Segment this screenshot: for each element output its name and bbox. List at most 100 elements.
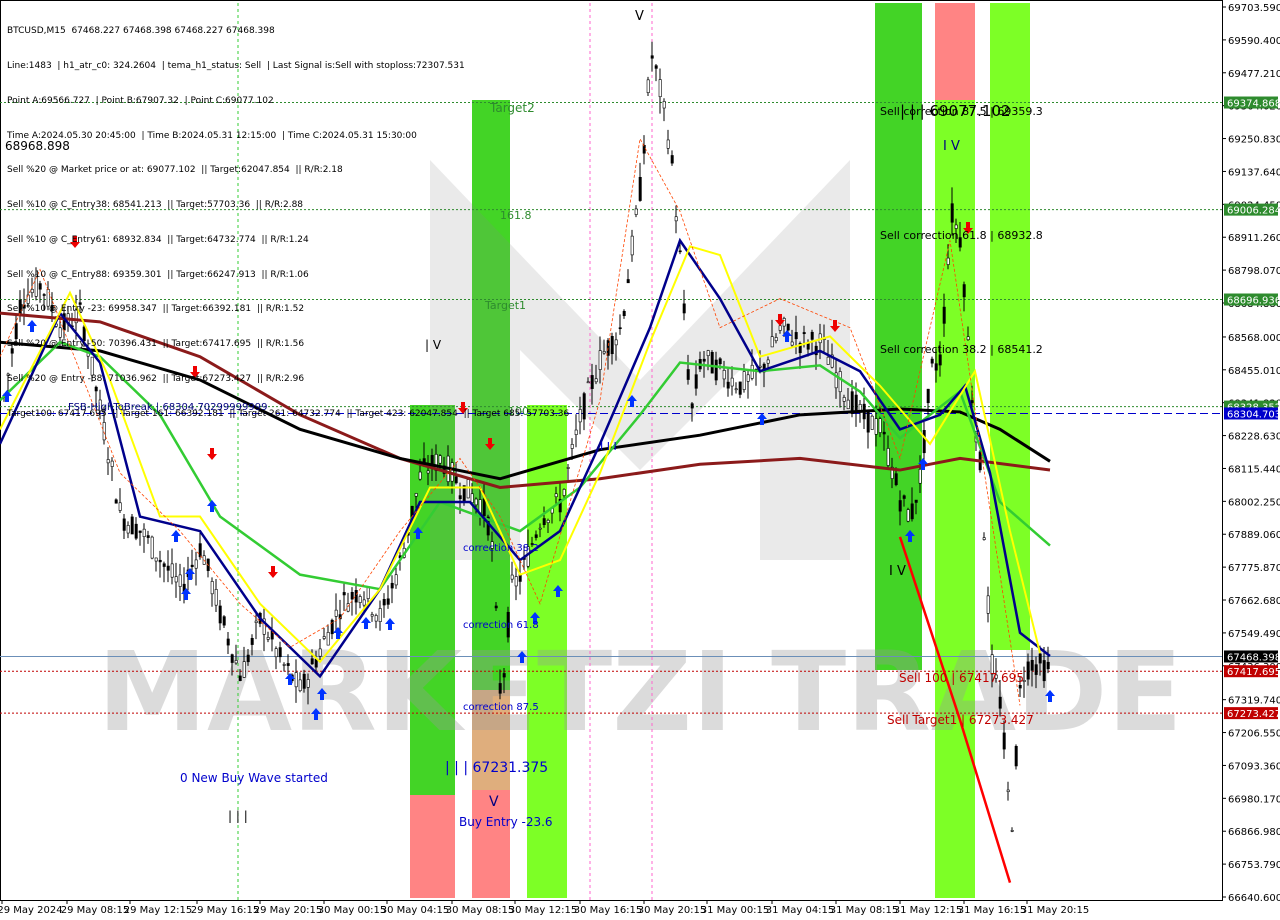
candle-body <box>170 563 174 578</box>
chart-annotation: | | | <box>228 809 248 823</box>
y-tick-label: 67889.060 <box>1228 530 1280 541</box>
candle-body <box>922 430 926 454</box>
chart-annotation: correction 61.8 <box>463 620 539 631</box>
candle-body <box>510 574 514 580</box>
candle-body <box>246 654 250 663</box>
candle-body <box>998 696 1002 709</box>
candle-body <box>1034 664 1038 675</box>
candle-body <box>962 284 966 298</box>
candle-body <box>390 582 394 589</box>
candle-body <box>746 374 750 382</box>
candle-body <box>1018 685 1022 689</box>
candle-body <box>654 65 658 69</box>
candle-body <box>374 615 378 622</box>
y-tick-label: 68455.010 <box>1228 366 1280 377</box>
candle-body <box>574 429 578 435</box>
candle-body <box>198 543 202 558</box>
candle-body <box>350 591 354 600</box>
candle-body <box>158 559 162 563</box>
candle-body <box>870 415 874 430</box>
candle-body <box>482 498 486 517</box>
candle-body <box>1026 661 1030 680</box>
y-tick-label: 68568.000 <box>1228 333 1280 344</box>
candle-body <box>218 605 222 624</box>
candle-body <box>538 527 542 530</box>
candle-body <box>382 598 386 606</box>
y-tick-label: 67775.870 <box>1228 563 1280 574</box>
candle-body <box>286 663 290 666</box>
candle-body <box>318 648 322 657</box>
x-tick-label: 31 May 16:15 <box>958 905 1027 916</box>
candle-body <box>1042 660 1046 682</box>
x-tick-label: 30 May 20:15 <box>638 905 707 916</box>
info-line: Sell %20 @ Entry -88: 71036.962 || Targe… <box>7 374 305 384</box>
x-tick-label: 30 May 08:15 <box>446 905 515 916</box>
x-tick-label: 30 May 16:15 <box>574 905 643 916</box>
candle-body <box>802 332 806 335</box>
candle-body <box>562 489 566 496</box>
info-line: Sell %20 @ Entry -50: 70396.431 || Targe… <box>7 339 305 350</box>
y-tick-label: 67549.490 <box>1228 629 1280 640</box>
x-tick-label: 31 May 12:15 <box>894 905 963 916</box>
info-line: Target100: 67417.695 || Target 161: 6639… <box>7 408 570 419</box>
y-tick-label: 67093.360 <box>1228 761 1280 772</box>
candle-body <box>354 590 358 603</box>
candle-body <box>502 673 506 678</box>
candle-body <box>934 363 938 371</box>
chart-annotation: I I I <box>600 440 617 453</box>
candle-body <box>366 587 370 599</box>
x-tick-label: 29 May 20:15 <box>254 905 323 916</box>
candle-body <box>626 279 630 284</box>
x-tick-label: 29 May 12:15 <box>124 905 193 916</box>
candle-body <box>702 358 706 362</box>
candle-body <box>138 530 142 533</box>
candle-body <box>878 418 882 433</box>
candle-body <box>162 563 166 567</box>
candle-body <box>914 499 918 503</box>
candle-body <box>310 658 314 665</box>
candle-body <box>906 509 910 522</box>
candle-body <box>234 660 238 664</box>
candle-body <box>250 638 254 645</box>
candle-body <box>734 388 738 391</box>
candle-body <box>514 576 518 587</box>
candle-body <box>650 55 654 59</box>
zone-block <box>935 3 975 100</box>
candle-body <box>1046 661 1050 670</box>
candle-body <box>106 459 110 464</box>
candle-body <box>674 216 678 222</box>
candle-body <box>1038 653 1042 664</box>
candle-body <box>838 371 842 393</box>
candle-body <box>610 336 614 355</box>
candle-body <box>778 325 782 331</box>
candle-body <box>738 381 742 395</box>
candle-body <box>666 139 670 149</box>
info-line: Sell %20 @ Market price or at: 69077.102… <box>7 165 343 176</box>
candle-body <box>190 564 194 567</box>
candle-body <box>726 381 730 389</box>
candle-body <box>294 672 298 688</box>
candle-body <box>810 331 814 340</box>
candle-body <box>1010 830 1014 832</box>
candle-body <box>882 431 886 435</box>
candle-body <box>118 502 122 511</box>
x-tick-label: 31 May 04:15 <box>766 905 835 916</box>
info-line: Line:1483 | h1_atr_c0: 324.2604 | tema_h… <box>7 60 465 71</box>
candle-body <box>786 323 790 331</box>
chart-annotation: | | | 69077.102 <box>900 102 1011 120</box>
candle-body <box>126 525 130 534</box>
chart-annotation: Sell Target1 | 67273.427 <box>887 713 1034 727</box>
candle-body <box>134 523 138 539</box>
candle-body <box>790 341 794 346</box>
candle-body <box>266 637 270 640</box>
candle-body <box>330 619 334 635</box>
zone-block <box>410 795 455 898</box>
candle-body <box>954 224 958 229</box>
candle-body <box>1030 659 1034 671</box>
y-tick-label: 69703.590 <box>1228 3 1280 14</box>
candle-body <box>274 648 278 658</box>
candle-body <box>242 661 246 678</box>
candle-body <box>358 596 362 603</box>
candle-body <box>414 493 418 497</box>
candle-body <box>694 374 698 389</box>
